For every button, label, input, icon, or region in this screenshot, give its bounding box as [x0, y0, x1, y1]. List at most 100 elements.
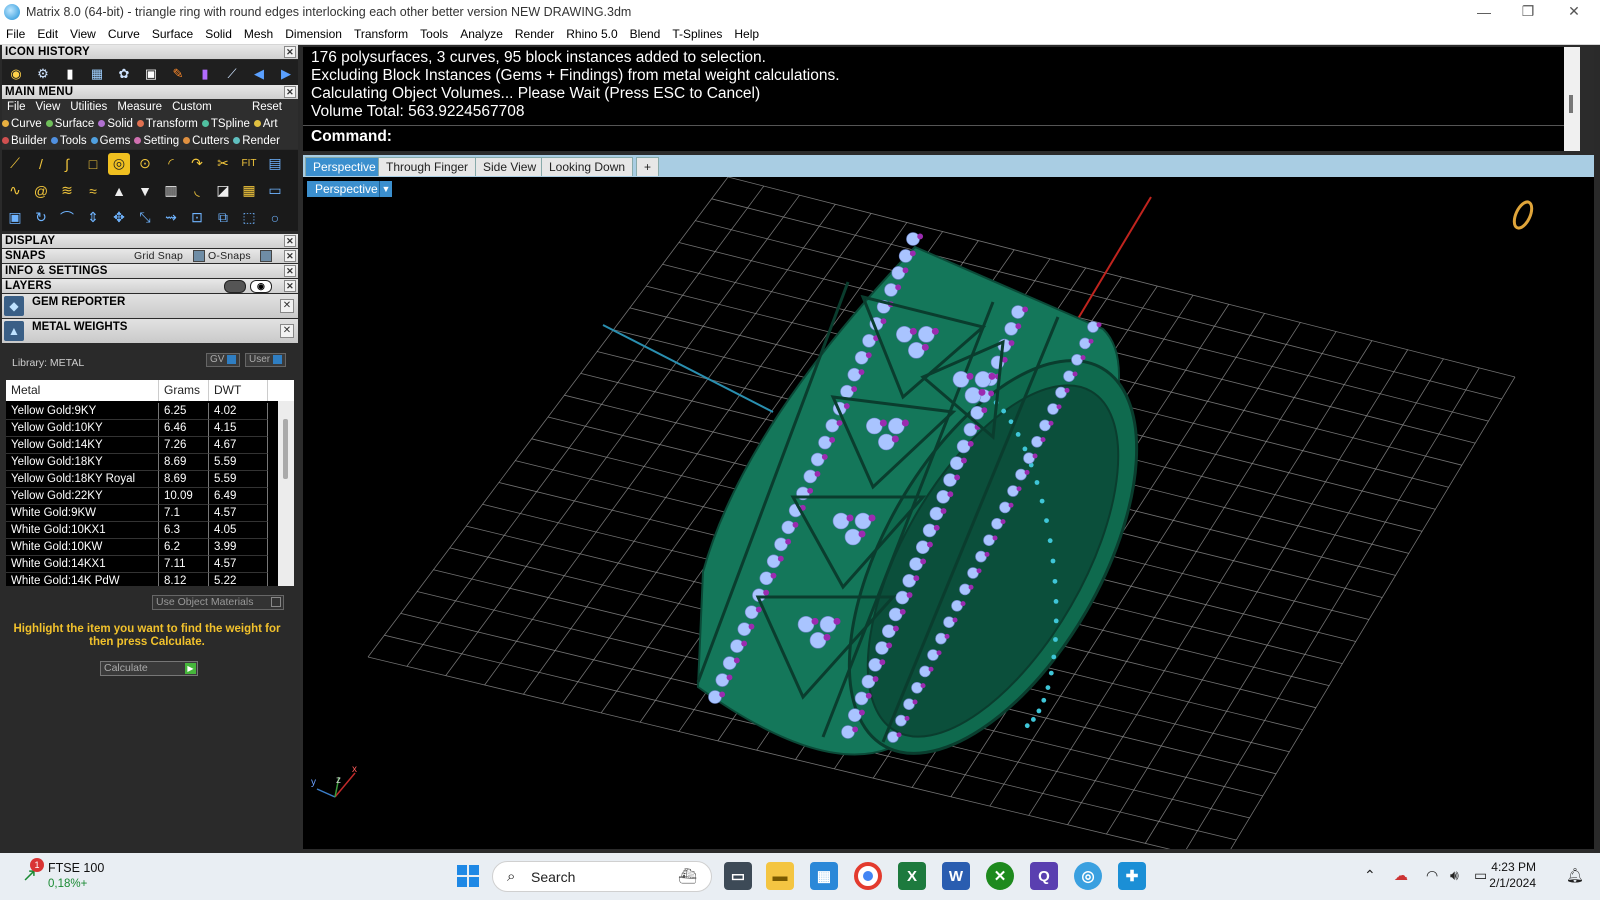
category-surface[interactable]: Surface: [45, 118, 94, 130]
category-curve[interactable]: Curve: [2, 118, 42, 130]
cubes-icon[interactable]: ▣: [4, 207, 26, 229]
table-row[interactable]: White Gold:10KX1 6.3 4.05: [6, 522, 276, 539]
add-tab-button[interactable]: +: [636, 157, 660, 176]
display-header[interactable]: DISPLAY ✕: [2, 234, 298, 248]
spiral-icon[interactable]: @: [30, 180, 52, 202]
wifi-icon[interactable]: ◠: [1426, 867, 1438, 884]
select-icon[interactable]: ⬚: [238, 207, 260, 229]
info-settings-header[interactable]: INFO & SETTINGS ✕: [2, 264, 298, 278]
play-icon[interactable]: ▶: [185, 663, 196, 674]
menu-tsplines[interactable]: T-Splines: [666, 27, 728, 41]
layer-toggle-icon[interactable]: [224, 280, 246, 293]
command-prompt[interactable]: Command:: [311, 128, 392, 146]
category-builder[interactable]: Builder: [2, 135, 47, 147]
category-render[interactable]: Render: [233, 135, 280, 147]
rotate-icon[interactable]: ↻: [30, 207, 52, 229]
array-icon[interactable]: ▦: [238, 180, 260, 202]
column-dwt[interactable]: DWT: [209, 380, 268, 401]
category-art[interactable]: Art: [253, 118, 278, 130]
scale-icon[interactable]: ⤡: [134, 207, 156, 229]
eye-icon[interactable]: ◉: [250, 280, 272, 293]
category-tspline[interactable]: TSpline: [201, 118, 250, 130]
table-row[interactable]: White Gold:14K PdW 8.12 5.22: [6, 573, 276, 586]
gumball-icon[interactable]: ◉: [5, 63, 27, 85]
paint-icon[interactable]: ✎: [167, 63, 189, 85]
close-icon[interactable]: ✕: [284, 265, 296, 277]
use-object-materials-checkbox[interactable]: Use Object Materials: [152, 595, 284, 610]
chevron-down-icon[interactable]: ▼: [379, 181, 392, 197]
polyline-icon[interactable]: ⟋: [4, 153, 26, 175]
category-gems[interactable]: Gems: [90, 135, 130, 147]
battery-icon[interactable]: ▭: [1474, 867, 1487, 884]
command-scrollbar[interactable]: [1564, 47, 1580, 151]
perspective-viewport[interactable]: y z x Perspective ▼: [303, 177, 1594, 849]
main-menu-header[interactable]: MAIN MENU ✕: [2, 85, 298, 99]
offset-icon[interactable]: ≋: [56, 180, 78, 202]
table-row[interactable]: White Gold:14KX1 7.11 4.57: [6, 556, 276, 573]
ring-icon[interactable]: ○: [264, 207, 286, 229]
menu-dimension[interactable]: Dimension: [279, 27, 348, 41]
flow-icon[interactable]: ⇝: [160, 207, 182, 229]
mirror-icon[interactable]: ⧉: [212, 207, 234, 229]
ellipse-icon[interactable]: ⊙: [134, 153, 156, 175]
matrix-icon[interactable]: ◎: [1074, 862, 1102, 890]
fillet-icon[interactable]: ◟: [186, 180, 208, 202]
rectangle-icon[interactable]: □: [82, 153, 104, 175]
tab-through-finger[interactable]: Through Finger: [378, 157, 477, 176]
category-solid[interactable]: Solid: [98, 118, 133, 130]
table-row[interactable]: Yellow Gold:9KY 6.25 4.02: [6, 403, 276, 420]
save-icon[interactable]: ▣: [140, 63, 162, 85]
category-transform[interactable]: Transform: [136, 118, 198, 130]
start-icon[interactable]: [454, 862, 482, 890]
line-icon[interactable]: /: [30, 153, 52, 175]
menu-help[interactable]: Help: [728, 27, 765, 41]
metal-weights-section[interactable]: ▲ METAL WEIGHTS ✕: [2, 319, 298, 343]
menu-solid[interactable]: Solid: [199, 27, 238, 41]
grid-snap-toggle[interactable]: [193, 250, 205, 262]
scroll-thumb[interactable]: [1569, 95, 1573, 113]
menu-render[interactable]: Render: [509, 27, 560, 41]
table-row[interactable]: Yellow Gold:18KY 8.69 5.59: [6, 454, 276, 471]
lock-icon[interactable]: ▲: [108, 180, 130, 202]
gem-reporter-section[interactable]: ◆ GEM REPORTER ✕: [2, 294, 298, 318]
wave-icon[interactable]: ∿: [4, 180, 26, 202]
close-button[interactable]: ✕: [1552, 0, 1596, 23]
menu-file[interactable]: File: [0, 27, 31, 41]
bend-icon[interactable]: ↷: [186, 153, 208, 175]
bell-icon[interactable]: 🔔︎: [1566, 867, 1584, 884]
submenu-file[interactable]: File: [2, 101, 31, 113]
menu-mesh[interactable]: Mesh: [238, 27, 279, 41]
rhino-icon[interactable]: ✚: [1118, 862, 1146, 890]
clock[interactable]: 4:23 PM 2/1/2024: [1489, 859, 1536, 891]
taskbar-search[interactable]: ⌕ Search ⛴: [492, 861, 712, 892]
word-icon[interactable]: W: [942, 862, 970, 890]
calculate-button[interactable]: Calculate ▶: [100, 661, 198, 676]
chevron-up-icon[interactable]: ⌃: [1364, 867, 1376, 884]
trim-icon[interactable]: ◪: [212, 180, 234, 202]
excel-icon[interactable]: X: [898, 862, 926, 890]
submenu-utilities[interactable]: Utilities: [65, 101, 112, 113]
snap-icon[interactable]: ⟋: [221, 63, 243, 85]
minimize-button[interactable]: —: [1462, 0, 1506, 23]
redo-icon[interactable]: ▶: [275, 63, 297, 85]
open-file-icon[interactable]: ▦: [86, 63, 108, 85]
sweep-icon[interactable]: ⌒: [56, 207, 78, 229]
scroll-thumb[interactable]: [283, 419, 288, 479]
menu-transform[interactable]: Transform: [348, 27, 414, 41]
submenu-custom[interactable]: Custom: [167, 101, 217, 113]
curve-icon[interactable]: ∫: [56, 153, 78, 175]
render-icon[interactable]: ✿: [113, 63, 135, 85]
cylinder-icon[interactable]: ▮: [194, 63, 216, 85]
close-icon[interactable]: ✕: [280, 324, 294, 338]
table-row[interactable]: Yellow Gold:22KY 10.09 6.49: [6, 488, 276, 505]
checkbox-icon[interactable]: [271, 597, 281, 607]
blend-icon[interactable]: ≈: [82, 180, 104, 202]
menu-rhino5[interactable]: Rhino 5.0: [560, 27, 623, 41]
circle-icon[interactable]: ◎: [108, 152, 130, 175]
reset-button[interactable]: Reset: [247, 101, 298, 113]
gv-button[interactable]: GV: [206, 353, 241, 367]
book-icon[interactable]: ▥: [160, 180, 182, 202]
table-row[interactable]: White Gold:9KW 7.1 4.57: [6, 505, 276, 522]
volume-icon[interactable]: 🔊︎: [1450, 867, 1459, 884]
onedrive-icon[interactable]: ☁: [1394, 867, 1408, 884]
